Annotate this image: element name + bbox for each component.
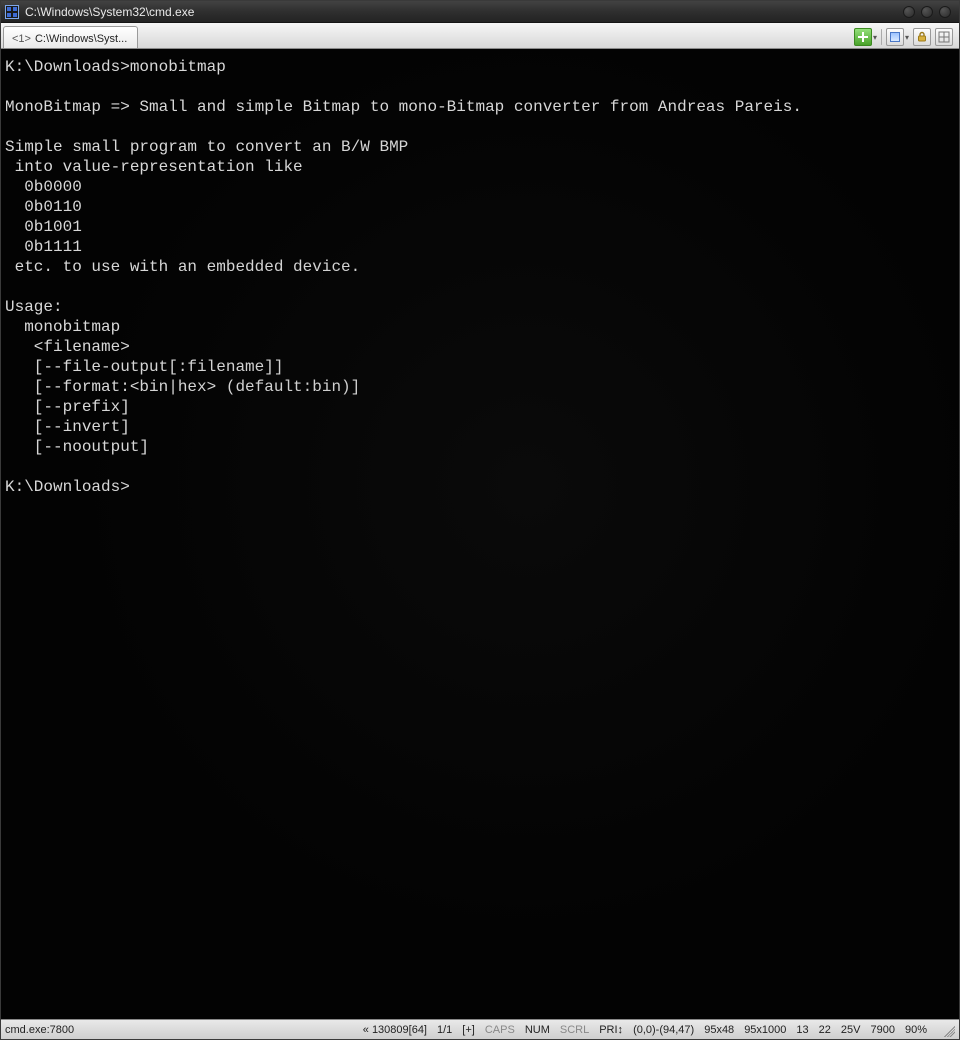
terminal-line: [--format:<bin|hex> (default:bin)] [5, 377, 955, 397]
window-controls [903, 6, 951, 18]
status-v3: 25V [841, 1024, 861, 1036]
grid-view-button[interactable] [935, 28, 953, 46]
status-selection: (0,0)-(94,47) [633, 1024, 694, 1036]
terminal-line: [--file-output[:filename]] [5, 357, 955, 377]
terminal-line: [--invert] [5, 417, 955, 437]
minimize-button[interactable] [903, 6, 915, 18]
terminal-line: into value-representation like [5, 157, 955, 177]
terminal-line: 0b0000 [5, 177, 955, 197]
lock-button[interactable] [913, 28, 931, 46]
status-v4: 7900 [870, 1024, 894, 1036]
dropdown-icon[interactable]: ▾ [905, 33, 909, 42]
status-process: cmd.exe:7800 [5, 1024, 74, 1036]
terminal-line: MonoBitmap => Small and simple Bitmap to… [5, 97, 955, 117]
status-scrl: SCRL [560, 1024, 589, 1036]
terminal-line [5, 117, 955, 137]
terminal-line: [--prefix] [5, 397, 955, 417]
terminal-line: Usage: [5, 297, 955, 317]
terminal-line: 0b0110 [5, 197, 955, 217]
maximize-button[interactable] [921, 6, 933, 18]
status-pct: 90% [905, 1024, 927, 1036]
terminal-line: <filename> [5, 337, 955, 357]
app-window: C:\Windows\System32\cmd.exe <1> C:\Windo… [0, 0, 960, 1040]
titlebar[interactable]: C:\Windows\System32\cmd.exe [1, 1, 959, 23]
cmd-app-icon [5, 5, 19, 19]
status-pri[interactable]: PRI↕ [599, 1024, 623, 1036]
terminal-output[interactable]: K:\Downloads>monobitmap MonoBitmap => Sm… [1, 49, 959, 1019]
tab-bar: <1> C:\Windows\Syst... ▾ ▾ [1, 23, 959, 49]
terminal-line: 0b1111 [5, 237, 955, 257]
status-winsize: 95x48 [704, 1024, 734, 1036]
dropdown-icon[interactable]: ▾ [873, 33, 877, 42]
tab-toolbar: ▾ ▾ [854, 28, 957, 48]
terminal-line [5, 77, 955, 97]
view-layout-button[interactable] [886, 28, 904, 46]
tab-active[interactable]: <1> C:\Windows\Syst... [3, 26, 138, 48]
add-tab-button[interactable] [854, 28, 872, 46]
terminal-line: monobitmap [5, 317, 955, 337]
status-caps: CAPS [485, 1024, 515, 1036]
status-bufsize: 95x1000 [744, 1024, 786, 1036]
tab-index: <1> [12, 33, 31, 45]
terminal-line: K:\Downloads> [5, 477, 955, 497]
status-pages: 1/1 [437, 1024, 452, 1036]
terminal-line [5, 277, 955, 297]
terminal-line: K:\Downloads>monobitmap [5, 57, 955, 77]
terminal-line: Simple small program to convert an B/W B… [5, 137, 955, 157]
status-bytes: « 130809[64] [363, 1024, 427, 1036]
terminal-line: etc. to use with an embedded device. [5, 257, 955, 277]
status-bar: cmd.exe:7800 « 130809[64] 1/1 [+] CAPS N… [1, 1019, 959, 1039]
terminal-line: 0b1001 [5, 217, 955, 237]
toolbar-separator [881, 29, 882, 45]
status-num: NUM [525, 1024, 550, 1036]
status-v2: 22 [819, 1024, 831, 1036]
resize-grip-icon[interactable] [941, 1023, 955, 1037]
status-scrollmode[interactable]: [+] [462, 1024, 475, 1036]
terminal-line: [--nooutput] [5, 437, 955, 457]
tab-label: C:\Windows\Syst... [35, 33, 127, 45]
window-title: C:\Windows\System32\cmd.exe [25, 5, 903, 19]
close-button[interactable] [939, 6, 951, 18]
status-v1: 13 [796, 1024, 808, 1036]
terminal-line [5, 457, 955, 477]
